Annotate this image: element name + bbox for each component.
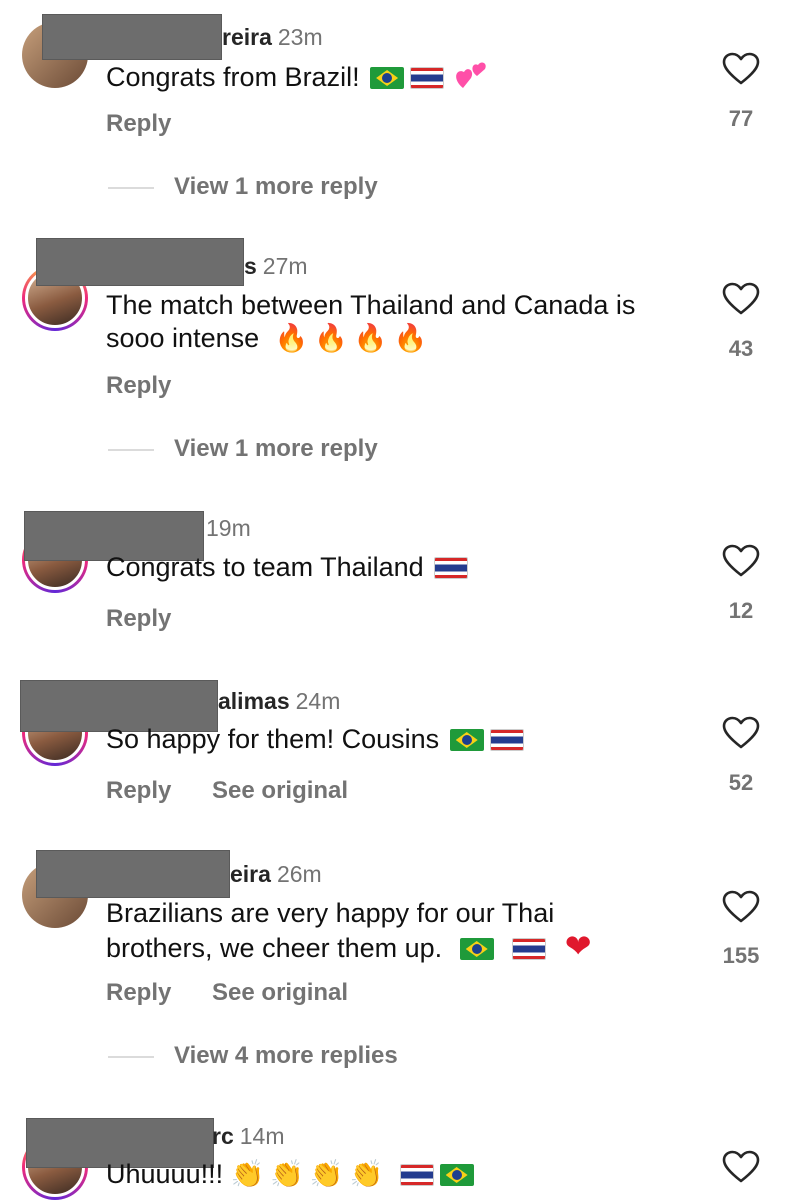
comment-body-line1: The match between Thailand and Canada is bbox=[106, 290, 636, 320]
view-more-replies[interactable]: View 4 more replies bbox=[108, 1042, 398, 1070]
username[interactable]: eira bbox=[230, 861, 271, 887]
comment-body-line2: sooo intense bbox=[106, 323, 260, 353]
comment-body-line2: brothers, we cheer them up. bbox=[106, 933, 443, 963]
comment-actions: Reply bbox=[106, 372, 205, 400]
username[interactable]: alimas bbox=[218, 688, 290, 714]
like-heart-icon[interactable] bbox=[722, 52, 760, 86]
brazil-flag-icon bbox=[459, 938, 494, 960]
reply-button[interactable]: Reply bbox=[106, 372, 171, 399]
thailand-flag-icon bbox=[489, 729, 524, 751]
like-count: 77 bbox=[728, 106, 754, 131]
like-heart-icon[interactable] bbox=[722, 282, 760, 316]
brazil-flag-icon bbox=[439, 1164, 474, 1186]
comment-text: Brazilians are very happy for our Thai b… bbox=[106, 897, 696, 965]
comment-body: Congrats from Brazil! bbox=[106, 62, 360, 92]
like-count: 12 bbox=[728, 598, 754, 623]
comment-text: Congrats to team Thailand bbox=[106, 551, 696, 584]
comment-meta: s 27m bbox=[244, 253, 308, 280]
brazil-flag-icon bbox=[370, 67, 405, 89]
username[interactable]: reira bbox=[222, 24, 272, 50]
comment-meta: alimas 24m bbox=[218, 688, 340, 715]
see-original-button[interactable]: See original bbox=[212, 777, 348, 804]
comment-body: So happy for them! Cousins bbox=[106, 724, 440, 754]
view-more-replies[interactable]: View 1 more reply bbox=[108, 435, 378, 463]
reply-button[interactable]: Reply bbox=[106, 605, 171, 632]
comment-meta: rc 14m bbox=[212, 1123, 285, 1150]
thailand-flag-icon bbox=[410, 67, 445, 89]
brazil-flag-icon bbox=[449, 729, 484, 751]
see-original-button[interactable]: See original bbox=[212, 979, 348, 1006]
thailand-flag-icon bbox=[399, 1164, 434, 1186]
comment-text: Congrats from Brazil! bbox=[106, 60, 696, 94]
thailand-flag-icon bbox=[512, 938, 547, 960]
username[interactable]: rc bbox=[212, 1123, 234, 1149]
comment-actions: Reply See original bbox=[106, 979, 382, 1007]
comment-body: Congrats to team Thailand bbox=[106, 552, 424, 582]
view-more-label: View 4 more replies bbox=[174, 1042, 398, 1069]
like-heart-icon[interactable] bbox=[722, 716, 760, 750]
comment-text: So happy for them! Cousins bbox=[106, 723, 696, 756]
reply-button[interactable]: Reply bbox=[106, 110, 171, 137]
redacted-username bbox=[36, 238, 244, 286]
timestamp: 19m bbox=[206, 515, 251, 541]
like-count: 155 bbox=[722, 943, 760, 968]
like-heart-icon[interactable] bbox=[722, 890, 760, 924]
comment-actions: Reply bbox=[106, 605, 205, 633]
comment-meta: 19m bbox=[206, 515, 251, 542]
comment-body: Uhuuuu!!! bbox=[106, 1159, 224, 1189]
clap-icon: 👏👏👏👏 bbox=[230, 1159, 390, 1190]
timestamp: 24m bbox=[295, 688, 341, 714]
redacted-username bbox=[42, 14, 222, 60]
comment-meta: reira 23m bbox=[222, 24, 323, 51]
comment-actions: Reply bbox=[106, 110, 205, 138]
thailand-flag-icon bbox=[434, 557, 469, 579]
timestamp: 23m bbox=[277, 24, 323, 50]
redacted-username bbox=[36, 850, 230, 898]
fire-icon: 🔥🔥🔥🔥 bbox=[274, 323, 434, 354]
like-count: 52 bbox=[728, 770, 754, 795]
red-heart-icon: ❤ bbox=[564, 927, 592, 965]
view-more-label: View 1 more reply bbox=[174, 435, 378, 462]
two-hearts-icon bbox=[455, 62, 486, 88]
view-more-replies[interactable]: View 1 more reply bbox=[108, 173, 378, 201]
timestamp: 27m bbox=[262, 253, 308, 279]
comment-text: Uhuuuu!!! 👏👏👏👏 bbox=[106, 1158, 696, 1191]
username[interactable]: s bbox=[244, 253, 257, 279]
like-heart-icon[interactable] bbox=[722, 1150, 760, 1184]
timestamp: 26m bbox=[276, 861, 322, 887]
timestamp: 14m bbox=[239, 1123, 285, 1149]
comment-text: The match between Thailand and Canada is… bbox=[106, 289, 696, 355]
reply-button[interactable]: Reply bbox=[106, 979, 171, 1006]
reply-button[interactable]: Reply bbox=[106, 777, 171, 804]
comment-actions: Reply See original bbox=[106, 777, 382, 805]
comment-meta: eira 26m bbox=[230, 861, 322, 888]
view-more-label: View 1 more reply bbox=[174, 173, 378, 200]
like-count: 43 bbox=[728, 336, 754, 361]
comment-body-line1: Brazilians are very happy for our Thai bbox=[106, 898, 555, 928]
like-heart-icon[interactable] bbox=[722, 544, 760, 578]
